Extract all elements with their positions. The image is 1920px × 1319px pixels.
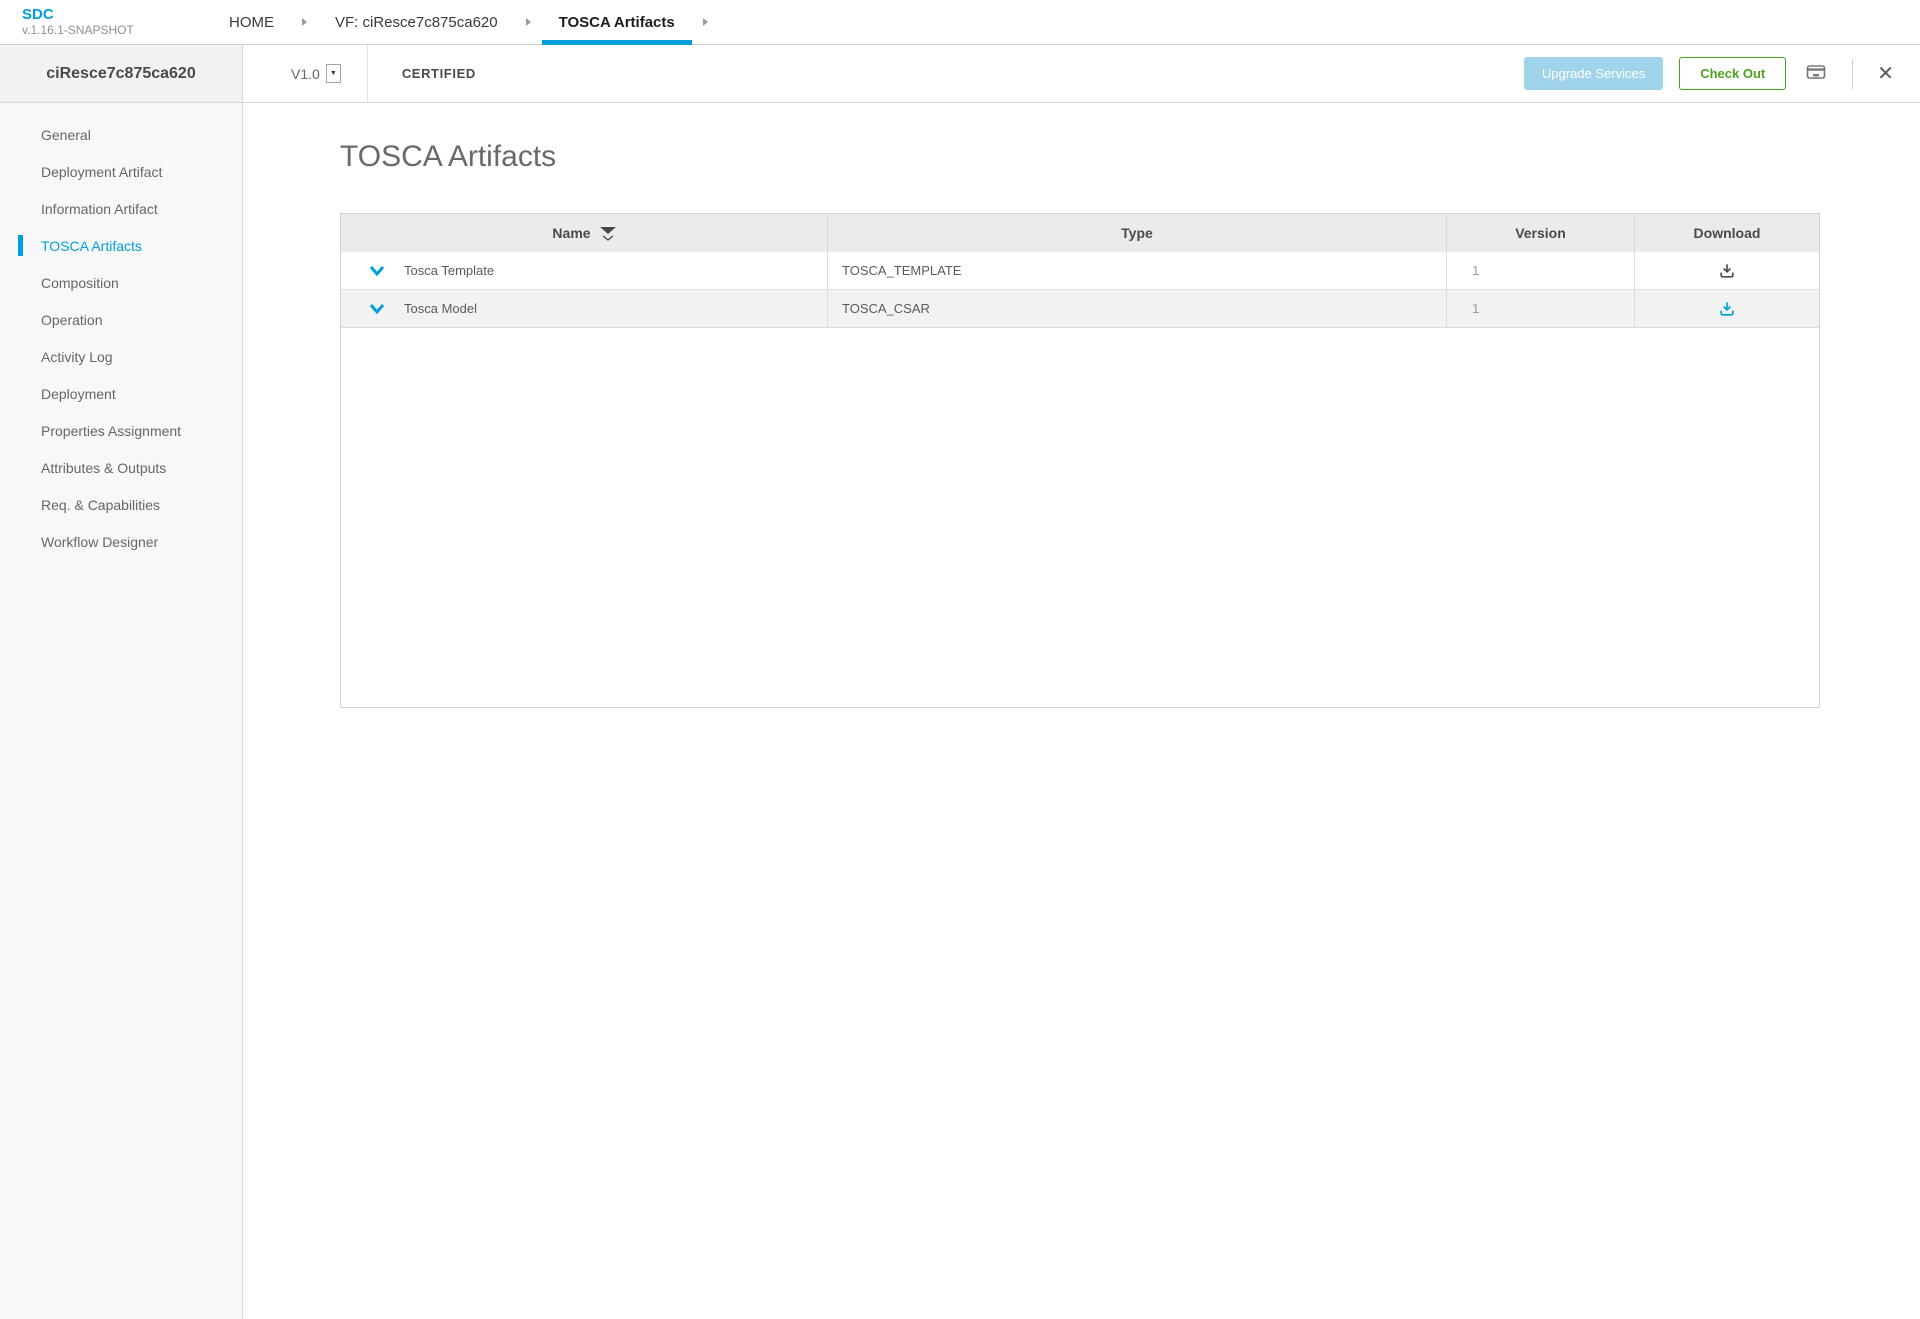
close-icon: ✕: [1877, 64, 1894, 84]
artifact-name-cell: Tosca Template: [341, 252, 828, 290]
sidebar-item-label: Activity Log: [41, 349, 113, 365]
artifact-type: TOSCA_CSAR: [842, 301, 930, 316]
top-nav-bar: SDC v.1.16.1-SNAPSHOT HOME VF: ciResce7c…: [0, 0, 1920, 45]
tab-home[interactable]: HOME: [212, 0, 291, 44]
download-icon: [1717, 299, 1737, 319]
logo-text: SDC: [22, 7, 212, 23]
breadcrumb: HOME VF: ciResce7c875ca620 TOSCA Artifac…: [212, 0, 719, 44]
sidebar-item-label: Properties Assignment: [41, 423, 181, 439]
sidebar-item-general[interactable]: General: [0, 116, 242, 153]
sidebar-item-activity-log[interactable]: Activity Log: [0, 338, 242, 375]
sidebar-item-composition[interactable]: Composition: [0, 264, 242, 301]
download-button[interactable]: [1717, 299, 1737, 319]
sidebar-item-label: Information Artifact: [41, 201, 158, 217]
artifact-name-cell: Tosca Model: [341, 290, 828, 328]
sidebar-item-label: Composition: [41, 275, 119, 291]
column-header-name[interactable]: Name: [341, 214, 828, 252]
arrow-right-icon: [703, 18, 708, 26]
caret-glyph: ▼: [330, 70, 337, 77]
status-badge: CERTIFIED: [402, 66, 476, 81]
sidebar-item-label: General: [41, 127, 91, 143]
sort-triangle: [600, 227, 616, 234]
arrow-right-icon: [526, 18, 531, 26]
page-title: TOSCA Artifacts: [340, 139, 1920, 175]
sidebar-item-label: Attributes & Outputs: [41, 460, 166, 476]
active-indicator-bar: [18, 235, 23, 256]
artifact-version: 1: [1472, 263, 1479, 278]
close-button[interactable]: ✕: [1875, 62, 1896, 86]
sidebar-menu: General Deployment Artifact Information …: [0, 103, 242, 560]
toolbar: V1.0 ▼ CERTIFIED Upgrade Services Check …: [243, 45, 1920, 103]
sidebar-item-label: Deployment: [41, 386, 116, 402]
sort-desc-icon: [600, 227, 616, 241]
sidebar-item-workflow-designer[interactable]: Workflow Designer: [0, 523, 242, 560]
column-header-download: Download: [1635, 214, 1819, 252]
table-row: Tosca Model TOSCA_CSAR 1: [341, 290, 1819, 328]
sdc-logo[interactable]: SDC v.1.16.1-SNAPSHOT: [0, 0, 212, 44]
check-out-button[interactable]: Check Out: [1679, 57, 1786, 90]
column-label: Download: [1694, 225, 1761, 241]
table-row: Tosca Template TOSCA_TEMPLATE 1: [341, 252, 1819, 290]
toolbar-divider: [1852, 59, 1853, 89]
sort-chevron: [602, 235, 614, 241]
artifact-version-cell: 1: [1447, 252, 1635, 290]
sidebar-item-information-artifact[interactable]: Information Artifact: [0, 190, 242, 227]
workspace: ciResce7c875ca620 General Deployment Art…: [0, 45, 1920, 1319]
sidebar-item-label: Workflow Designer: [41, 534, 158, 550]
artifact-version: 1: [1472, 301, 1479, 316]
tosca-artifacts-table: Name Type Version Download: [340, 213, 1820, 708]
sidebar-item-req-capabilities[interactable]: Req. & Capabilities: [0, 486, 242, 523]
download-cell: [1635, 252, 1819, 290]
column-label: Name: [552, 225, 590, 241]
logo-version: v.1.16.1-SNAPSHOT: [22, 23, 212, 37]
content-area: TOSCA Artifacts Name Type Version Downlo…: [243, 103, 1920, 708]
sidebar-item-operation[interactable]: Operation: [0, 301, 242, 338]
artifact-version-cell: 1: [1447, 290, 1635, 328]
table-header-row: Name Type Version Download: [341, 214, 1819, 252]
download-cell: [1635, 290, 1819, 328]
chevron-down-icon: ▼: [326, 64, 341, 83]
sidebar-item-label: Deployment Artifact: [41, 164, 162, 180]
sidebar-item-label: Operation: [41, 312, 102, 328]
artifact-name: Tosca Template: [404, 263, 494, 278]
artifact-type-cell: TOSCA_TEMPLATE: [828, 252, 1447, 290]
sidebar-item-label: TOSCA Artifacts: [41, 238, 142, 254]
sidebar-item-attributes-outputs[interactable]: Attributes & Outputs: [0, 449, 242, 486]
tab-tosca-artifacts[interactable]: TOSCA Artifacts: [542, 0, 692, 44]
expand-row-button[interactable]: [368, 303, 386, 315]
sidebar-item-properties-assignment[interactable]: Properties Assignment: [0, 412, 242, 449]
sidebar-item-tosca-artifacts[interactable]: TOSCA Artifacts: [0, 227, 242, 264]
main-panel: V1.0 ▼ CERTIFIED Upgrade Services Check …: [243, 45, 1920, 1319]
print-button[interactable]: [1802, 59, 1830, 88]
sidebar-title: ciResce7c875ca620: [0, 45, 242, 103]
chevron-down-icon: [368, 265, 386, 277]
sidebar-item-label: Req. & Capabilities: [41, 497, 160, 513]
download-button[interactable]: [1717, 261, 1737, 281]
artifact-name: Tosca Model: [404, 301, 477, 316]
sidebar: ciResce7c875ca620 General Deployment Art…: [0, 45, 243, 1319]
artifact-type: TOSCA_TEMPLATE: [842, 263, 961, 278]
column-label: Version: [1515, 225, 1566, 241]
expand-row-button[interactable]: [368, 265, 386, 277]
sidebar-item-deployment-artifact[interactable]: Deployment Artifact: [0, 153, 242, 190]
arrow-right-icon: [302, 18, 307, 26]
column-header-type: Type: [828, 214, 1447, 252]
chevron-down-icon: [368, 303, 386, 315]
column-header-version: Version: [1447, 214, 1635, 252]
upgrade-services-button[interactable]: Upgrade Services: [1524, 57, 1663, 90]
artifact-type-cell: TOSCA_CSAR: [828, 290, 1447, 328]
sidebar-item-deployment[interactable]: Deployment: [0, 375, 242, 412]
toolbar-actions: Upgrade Services Check Out ✕: [1524, 57, 1896, 90]
download-icon: [1717, 261, 1737, 281]
version-selector[interactable]: V1.0 ▼: [291, 64, 341, 83]
column-label: Type: [1121, 225, 1153, 241]
print-icon: [1804, 61, 1828, 86]
toolbar-divider: [367, 45, 368, 102]
tab-vf-ciresce7c875ca620[interactable]: VF: ciResce7c875ca620: [318, 0, 515, 44]
version-label: V1.0: [291, 66, 320, 82]
